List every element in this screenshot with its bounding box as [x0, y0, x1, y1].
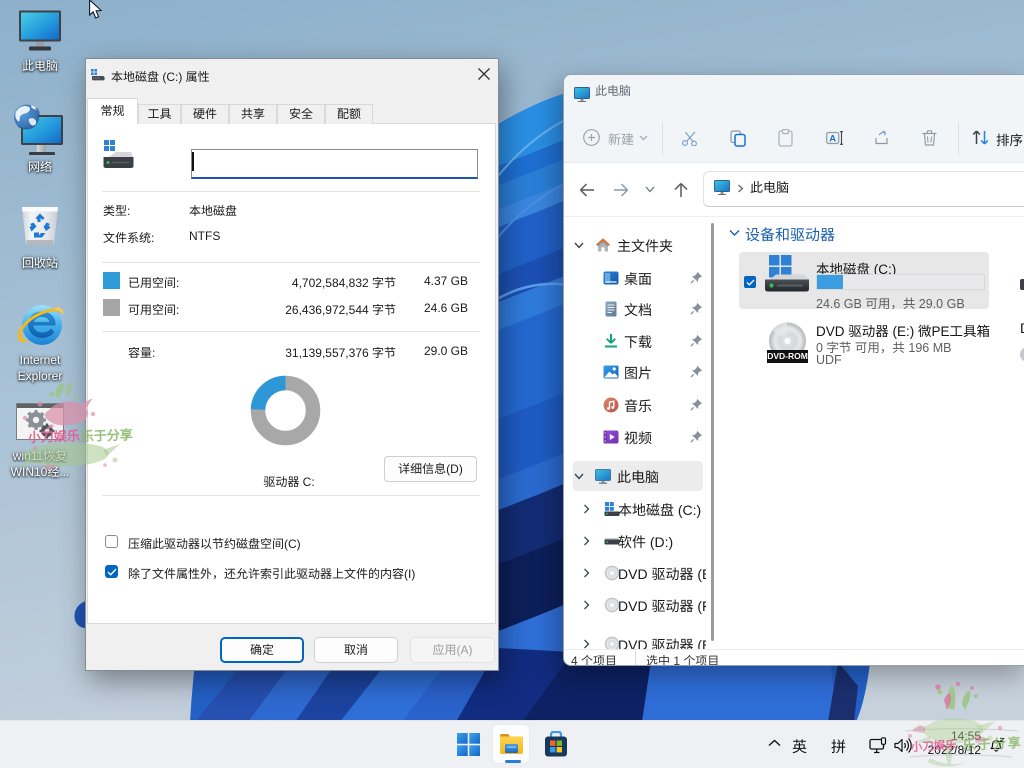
svg-text:小刀娱乐: 小刀娱乐: [909, 739, 957, 754]
svg-text:A: A: [829, 134, 836, 145]
svg-text:乐于分享: 乐于分享: [962, 735, 1023, 753]
svg-text:小刀娱乐: 小刀娱乐: [27, 428, 81, 445]
svg-text:乐于分享: 乐于分享: [81, 427, 134, 444]
